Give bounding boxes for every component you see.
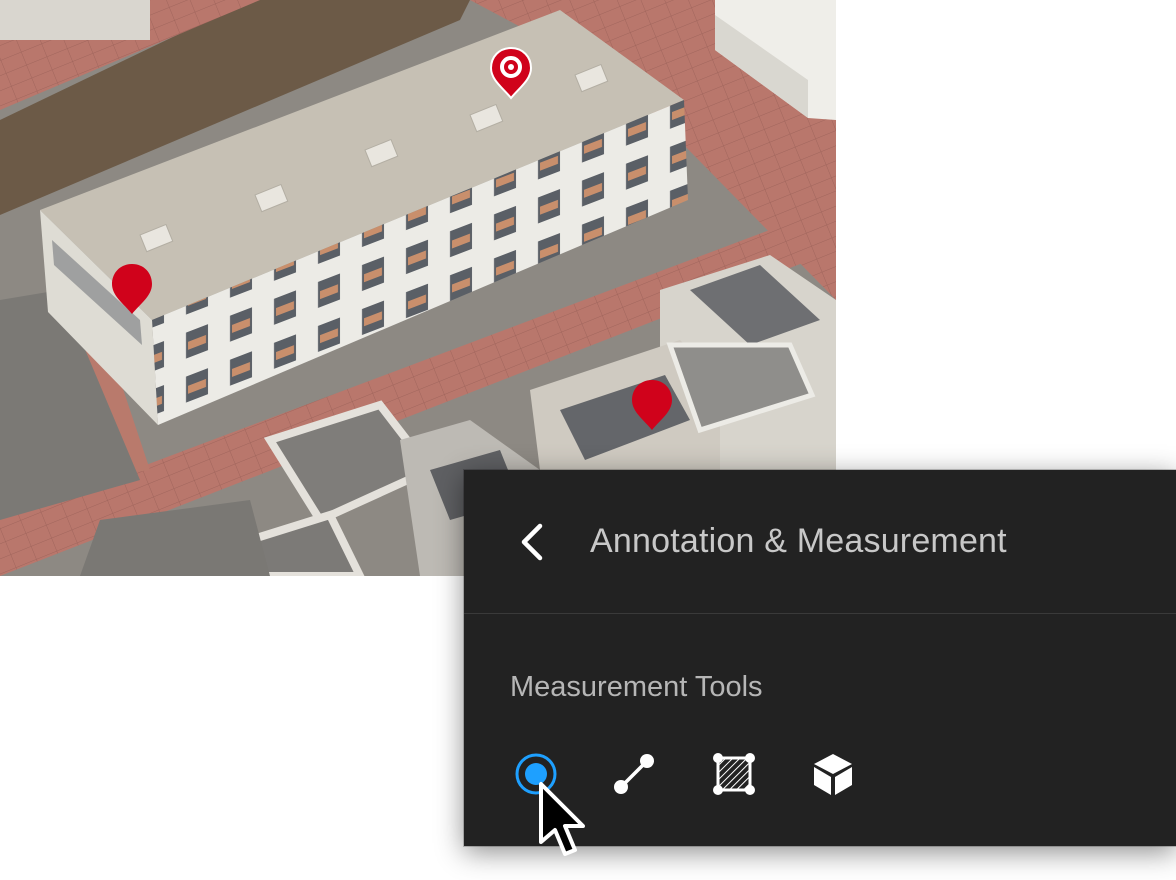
measurement-tools-label: Measurement Tools (510, 671, 763, 703)
point-target-icon (515, 753, 557, 795)
line-segment-icon (614, 754, 654, 794)
panel-title: Annotation & Measurement (590, 522, 1007, 560)
panel-header: Annotation & Measurement (464, 470, 1176, 614)
volume-tool[interactable] (807, 748, 859, 800)
area-polygon-icon (713, 753, 755, 795)
pin-marker-left[interactable] (110, 262, 154, 316)
location-pin-ring-icon (489, 46, 533, 100)
location-pin-icon (112, 264, 152, 314)
distance-tool[interactable] (608, 748, 660, 800)
back-button[interactable] (510, 518, 554, 566)
location-pin-icon (632, 380, 672, 430)
pin-marker-selected[interactable] (489, 46, 533, 100)
chevron-left-icon (521, 523, 543, 561)
area-tool[interactable] (708, 748, 760, 800)
annotation-measurement-panel: Annotation & Measurement Measurement Too… (464, 470, 1176, 846)
cube-icon (814, 754, 852, 795)
pin-marker-right[interactable] (630, 378, 674, 432)
point-tool[interactable] (510, 748, 562, 800)
